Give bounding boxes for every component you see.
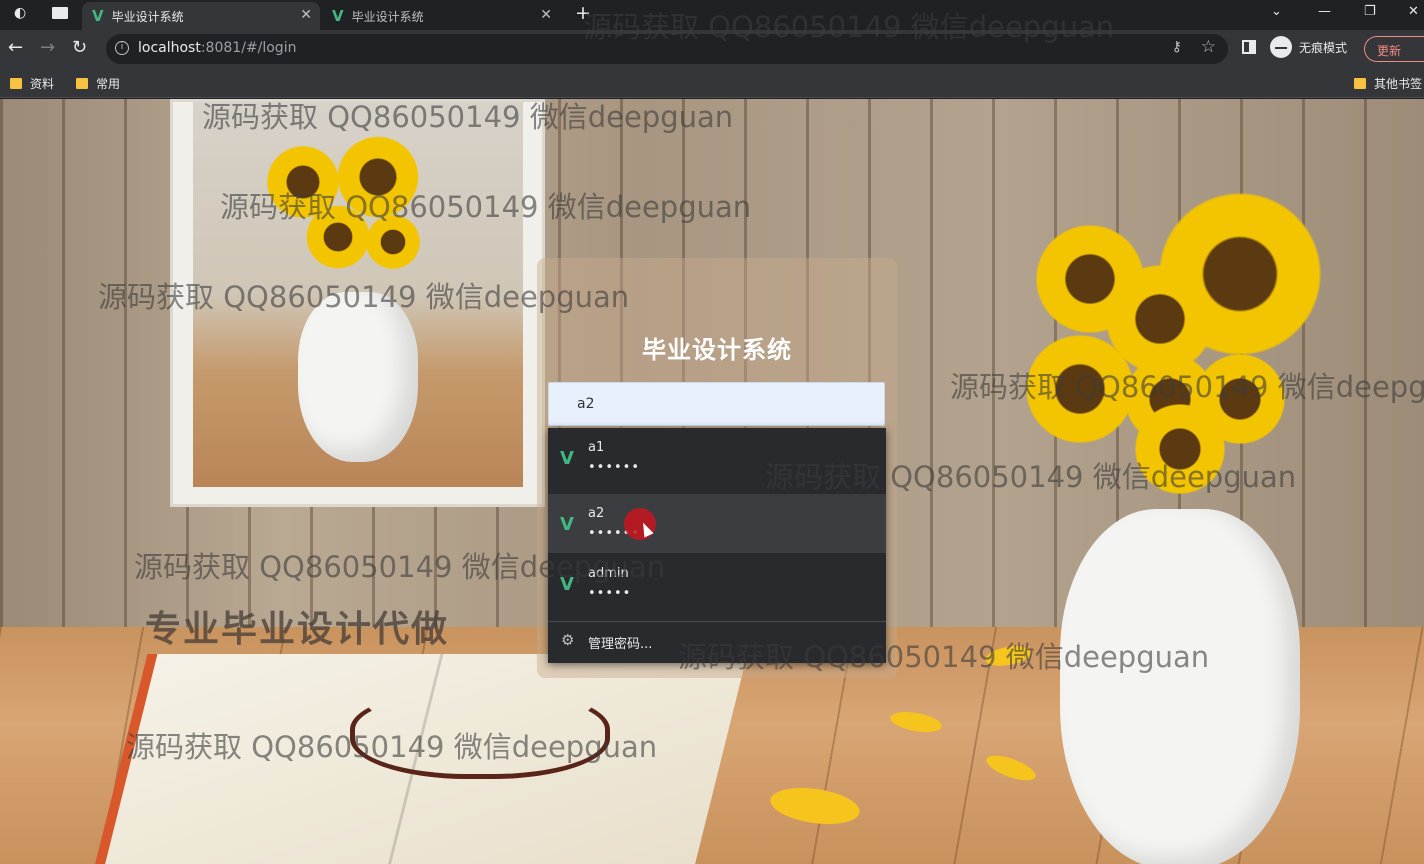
folder-icon — [10, 78, 22, 89]
url-path: :8081/#/login — [200, 40, 297, 56]
address-bar[interactable]: i localhost:8081/#/login ⚷ ☆ — [106, 34, 1228, 64]
close-icon[interactable]: ✕ — [300, 7, 312, 23]
glasses-image — [350, 689, 610, 779]
tab-title: 毕业设计系统 — [351, 9, 424, 24]
new-tab-button[interactable]: + — [575, 2, 591, 24]
autofill-username: admin — [588, 566, 629, 581]
bookmark-label: 常用 — [96, 77, 121, 91]
incognito-label: 无痕模式 — [1299, 40, 1348, 55]
picture-frame-photo — [193, 102, 523, 487]
vue-logo-icon: V — [560, 448, 574, 469]
key-icon[interactable]: ⚷ — [1172, 39, 1182, 55]
autofill-username: a1 — [588, 440, 605, 455]
manage-passwords-label: 管理密码... — [588, 637, 653, 652]
tab-search-icon[interactable] — [52, 7, 68, 19]
folder-icon — [76, 78, 88, 89]
pitcher-image — [298, 292, 418, 462]
vue-logo-icon: V — [332, 7, 344, 25]
pitcher-image — [1060, 509, 1300, 864]
bookmark-folder-changyong[interactable]: 常用 — [76, 75, 120, 92]
bookmarks-bar: 资料 常用 其他书签 — [0, 68, 1424, 98]
autofill-password: •••••• — [588, 460, 641, 475]
tab-inactive[interactable]: V 毕业设计系统 ✕ — [322, 2, 560, 30]
sunflower-image — [1130, 399, 1230, 499]
vue-logo-icon: V — [560, 574, 574, 595]
update-label: 更新 — [1377, 44, 1402, 58]
autofill-item-a2[interactable]: V a2 •••••• — [548, 494, 886, 553]
bookmark-label: 其他书签 — [1374, 77, 1423, 91]
bookmark-folder-ziliao[interactable]: 资料 — [10, 75, 54, 92]
chevron-down-icon[interactable]: ⌄ — [1271, 4, 1282, 19]
update-button[interactable]: 更新 — [1364, 36, 1424, 62]
username-input[interactable] — [548, 382, 885, 426]
globe-icon[interactable]: ◐ — [14, 5, 26, 21]
sunflower-image — [363, 212, 423, 272]
bookmark-label: 资料 — [30, 77, 55, 91]
reload-icon[interactable]: ↻ — [72, 38, 87, 58]
gear-icon: ⚙ — [561, 631, 575, 649]
url-text[interactable]: localhost:8081/#/login — [138, 40, 296, 56]
folder-icon — [1354, 78, 1366, 89]
restore-icon[interactable]: ❐ — [1364, 4, 1376, 19]
url-host: localhost — [138, 40, 201, 56]
autofill-username: a2 — [588, 506, 605, 521]
picture-frame — [170, 99, 545, 507]
tab-strip: ◐ V 毕业设计系统 ✕ V 毕业设计系统 ✕ + ⌄ — ❐ ✕ — [0, 0, 1424, 30]
incognito-indicator[interactable]: 无痕模式 — [1270, 36, 1347, 58]
tab-active[interactable]: V 毕业设计系统 ✕ — [82, 2, 320, 30]
side-panel-icon[interactable] — [1242, 40, 1256, 54]
autofill-item-admin[interactable]: V admin ••••• — [548, 554, 886, 613]
info-icon[interactable]: i — [115, 41, 129, 55]
vue-logo-icon: V — [560, 514, 574, 535]
background-slogan: 专业毕业设计代做 — [145, 609, 450, 650]
toolbar: ← → ↻ i localhost:8081/#/login ⚷ ☆ 无痕模式 … — [0, 30, 1424, 68]
back-icon[interactable]: ← — [8, 38, 23, 58]
divider — [548, 621, 886, 622]
autofill-dropdown: V a1 •••••• V a2 •••••• V admin ••••• ⚙ … — [548, 428, 886, 663]
page-title: 毕业设计系统 — [642, 336, 792, 364]
close-icon[interactable]: ✕ — [540, 7, 552, 23]
close-window-icon[interactable]: ✕ — [1408, 4, 1419, 19]
incognito-icon — [1270, 36, 1292, 58]
autofill-item-a1[interactable]: V a1 •••••• — [548, 428, 886, 487]
star-icon[interactable]: ☆ — [1201, 37, 1216, 57]
other-bookmarks[interactable]: 其他书签 — [1354, 75, 1422, 92]
minimize-icon[interactable]: — — [1318, 4, 1331, 19]
forward-icon[interactable]: → — [40, 38, 55, 58]
vue-logo-icon: V — [92, 7, 104, 25]
tab-title: 毕业设计系统 — [111, 9, 184, 24]
autofill-password: ••••• — [588, 586, 632, 601]
manage-passwords-button[interactable]: ⚙ 管理密码... — [548, 624, 886, 660]
